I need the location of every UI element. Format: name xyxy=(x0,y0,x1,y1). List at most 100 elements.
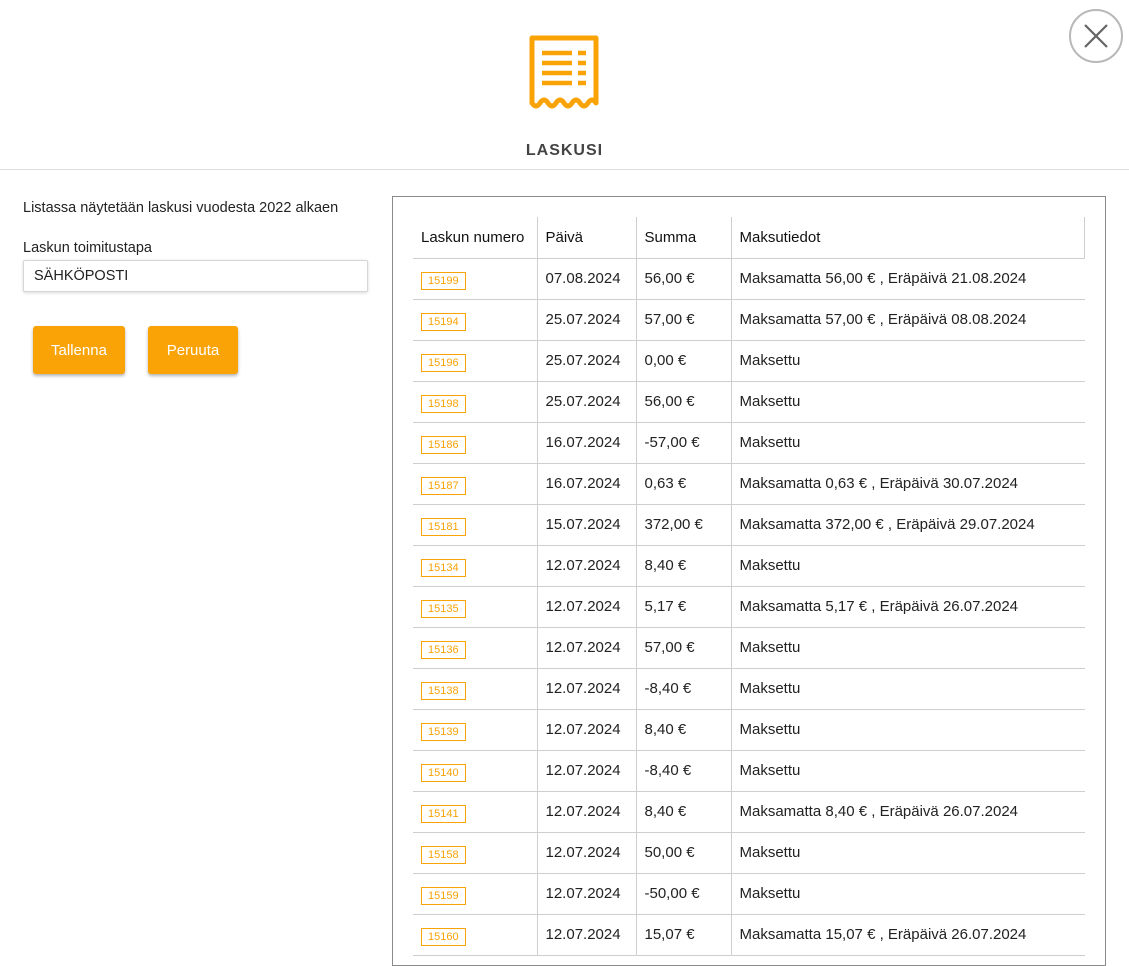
date-cell: 12.07.2024 xyxy=(537,914,637,956)
date-cell: 12.07.2024 xyxy=(537,750,637,792)
invoice-number-cell: 15140 xyxy=(413,750,538,792)
payment-info-cell: Maksettu xyxy=(731,750,1085,792)
invoice-number-cell: 15134 xyxy=(413,545,538,587)
sum-cell: 8,40 € xyxy=(636,545,732,587)
invoice-number-cell: 15160 xyxy=(413,914,538,956)
cancel-button[interactable]: Peruuta xyxy=(148,326,238,374)
date-cell: 16.07.2024 xyxy=(537,463,637,505)
invoice-number-link[interactable]: 15186 xyxy=(421,435,466,454)
date-cell: 07.08.2024 xyxy=(537,258,637,300)
invoice-number-cell: 15196 xyxy=(413,340,538,382)
invoice-number-link[interactable]: 15159 xyxy=(421,886,466,905)
invoice-number-link[interactable]: 15158 xyxy=(421,845,466,864)
date-cell: 12.07.2024 xyxy=(537,832,637,874)
sum-cell: -8,40 € xyxy=(636,750,732,792)
date-cell: 12.07.2024 xyxy=(537,709,637,751)
sum-cell: -8,40 € xyxy=(636,668,732,710)
invoice-number-cell: 15138 xyxy=(413,668,538,710)
date-cell: 25.07.2024 xyxy=(537,381,637,423)
date-cell: 12.07.2024 xyxy=(537,668,637,710)
sum-cell: 57,00 € xyxy=(636,299,732,341)
invoice-number-link[interactable]: 15136 xyxy=(421,640,466,659)
payment-info-cell: Maksamatta 57,00 € , Eräpäivä 08.08.2024 xyxy=(731,299,1085,341)
payment-info-cell: Maksamatta 5,17 € , Eräpäivä 26.07.2024 xyxy=(731,586,1085,628)
invoice-number-cell: 15199 xyxy=(413,258,538,300)
date-cell: 12.07.2024 xyxy=(537,545,637,587)
payment-info-cell: Maksettu xyxy=(731,545,1085,587)
table-row: 15139 12.07.2024 8,40 € Maksettu xyxy=(413,709,1085,751)
header-invoice-number: Laskun numero xyxy=(413,217,538,259)
invoice-number-link[interactable]: 15135 xyxy=(421,599,466,618)
invoice-number-cell: 15187 xyxy=(413,463,538,505)
date-cell: 15.07.2024 xyxy=(537,504,637,546)
date-cell: 12.07.2024 xyxy=(537,586,637,628)
invoice-number-link[interactable]: 15194 xyxy=(421,312,466,331)
table-row: 15141 12.07.2024 8,40 € Maksamatta 8,40 € ,… xyxy=(413,791,1085,833)
close-button[interactable] xyxy=(1069,9,1123,63)
payment-info-cell: Maksamatta 372,00 € , Eräpäivä 29.07.202… xyxy=(731,504,1085,546)
invoice-number-link[interactable]: 15134 xyxy=(421,558,466,577)
table-row: 15136 12.07.2024 57,00 € Maksettu xyxy=(413,627,1085,669)
date-cell: 25.07.2024 xyxy=(537,299,637,341)
sum-cell: 372,00 € xyxy=(636,504,732,546)
invoice-number-cell: 15181 xyxy=(413,504,538,546)
header-sum: Summa xyxy=(636,217,732,259)
invoice-number-link[interactable]: 15141 xyxy=(421,804,466,823)
invoice-number-cell: 15159 xyxy=(413,873,538,915)
invoice-number-cell: 15136 xyxy=(413,627,538,669)
invoice-table-panel[interactable]: Laskun numero Päivä Summa Maksutiedot 15… xyxy=(392,196,1106,966)
table-row: 15158 12.07.2024 50,00 € Maksettu xyxy=(413,832,1085,874)
invoice-number-link[interactable]: 15196 xyxy=(421,353,466,372)
table-row: 15186 16.07.2024 -57,00 € Maksettu xyxy=(413,422,1085,464)
header-divider xyxy=(0,169,1129,170)
sum-cell: 8,40 € xyxy=(636,709,732,751)
delivery-method-label: Laskun toimitustapa xyxy=(23,240,152,256)
invoice-number-link[interactable]: 15199 xyxy=(421,271,466,290)
invoice-number-link[interactable]: 15138 xyxy=(421,681,466,700)
sum-cell: -50,00 € xyxy=(636,873,732,915)
sum-cell: 56,00 € xyxy=(636,381,732,423)
invoice-number-link[interactable]: 15187 xyxy=(421,476,466,495)
table-row: 15199 07.08.2024 56,00 € Maksamatta 56,00 €… xyxy=(413,258,1085,300)
invoice-number-link[interactable]: 15140 xyxy=(421,763,466,782)
table-header-row: Laskun numero Päivä Summa Maksutiedot xyxy=(413,217,1085,259)
table-row: 15140 12.07.2024 -8,40 € Maksettu xyxy=(413,750,1085,792)
date-cell: 12.07.2024 xyxy=(537,791,637,833)
invoice-number-link[interactable]: 15160 xyxy=(421,927,466,946)
close-icon xyxy=(1084,24,1108,48)
invoice-number-link[interactable]: 15139 xyxy=(421,722,466,741)
save-button[interactable]: Tallenna xyxy=(33,326,125,374)
receipt-icon xyxy=(529,35,599,109)
table-row: 15159 12.07.2024 -50,00 € Maksettu xyxy=(413,873,1085,915)
delivery-method-select[interactable]: SÄHKÖPOSTI xyxy=(23,260,368,292)
sum-cell: 0,00 € xyxy=(636,340,732,382)
payment-info-cell: Maksamatta 56,00 € , Eräpäivä 21.08.2024 xyxy=(731,258,1085,300)
table-row: 15134 12.07.2024 8,40 € Maksettu xyxy=(413,545,1085,587)
date-cell: 16.07.2024 xyxy=(537,422,637,464)
page-title: LASKUSI xyxy=(525,142,604,159)
invoice-number-link[interactable]: 15181 xyxy=(421,517,466,536)
payment-info-cell: Maksettu xyxy=(731,381,1085,423)
info-text: Listassa näytetään laskusi vuodesta 2022… xyxy=(23,200,339,216)
payment-info-cell: Maksettu xyxy=(731,832,1085,874)
payment-info-cell: Maksettu xyxy=(731,668,1085,710)
sum-cell: 15,07 € xyxy=(636,914,732,956)
payment-info-cell: Maksamatta 0,63 € , Eräpäivä 30.07.2024 xyxy=(731,463,1085,505)
invoice-number-cell: 15194 xyxy=(413,299,538,341)
invoice-number-cell: 15135 xyxy=(413,586,538,628)
sum-cell: 8,40 € xyxy=(636,791,732,833)
table-row: 15181 15.07.2024 372,00 € Maksamatta 372,00… xyxy=(413,504,1085,546)
invoice-number-link[interactable]: 15198 xyxy=(421,394,466,413)
date-cell: 25.07.2024 xyxy=(537,340,637,382)
sum-cell: 56,00 € xyxy=(636,258,732,300)
table-row: 15160 12.07.2024 15,07 € Maksamatta 15,07 €… xyxy=(413,914,1085,956)
table-row: 15138 12.07.2024 -8,40 € Maksettu xyxy=(413,668,1085,710)
sum-cell: 0,63 € xyxy=(636,463,732,505)
payment-info-cell: Maksamatta 15,07 € , Eräpäivä 26.07.2024 xyxy=(731,914,1085,956)
sum-cell: -57,00 € xyxy=(636,422,732,464)
invoice-number-cell: 15158 xyxy=(413,832,538,874)
invoice-number-cell: 15186 xyxy=(413,422,538,464)
invoice-number-cell: 15141 xyxy=(413,791,538,833)
sum-cell: 5,17 € xyxy=(636,586,732,628)
invoice-number-cell: 15139 xyxy=(413,709,538,751)
